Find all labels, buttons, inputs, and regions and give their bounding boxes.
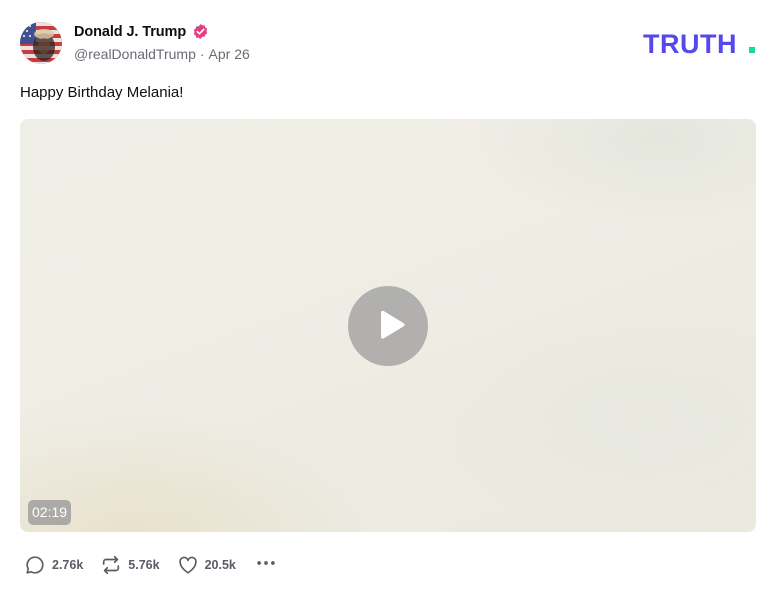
post-meta: @realDonaldTrump · Apr 26	[74, 46, 250, 62]
post-card: Donald J. Trump @realDonaldTrump · Apr 2…	[0, 0, 777, 595]
reply-count: 2.76k	[52, 558, 84, 572]
logo-text: TRUTH	[643, 30, 737, 56]
retruth-count: 5.76k	[128, 558, 160, 572]
verified-badge-icon	[192, 23, 209, 40]
logo-dot	[749, 47, 755, 53]
more-options-button[interactable]	[255, 552, 277, 579]
truth-social-logo[interactable]: TRUTH	[643, 30, 757, 56]
author-avatar[interactable]	[20, 22, 62, 64]
post-text: Happy Birthday Melania!	[20, 84, 184, 101]
like-button[interactable]: 20.5k	[177, 554, 236, 576]
heart-icon	[177, 554, 199, 576]
video-player[interactable]: 02:19	[20, 119, 756, 532]
author-handle[interactable]: @realDonaldTrump	[74, 46, 196, 62]
retruth-button[interactable]: 5.76k	[100, 554, 160, 576]
post-actions: 2.76k 5.76k 20.5k	[24, 553, 277, 577]
post-date[interactable]: Apr 26	[209, 46, 250, 62]
author-name-row: Donald J. Trump	[74, 23, 209, 40]
author-display-name[interactable]: Donald J. Trump	[74, 24, 186, 40]
reply-button[interactable]: 2.76k	[24, 554, 83, 576]
like-count: 20.5k	[204, 558, 236, 572]
play-button[interactable]	[348, 286, 428, 366]
meta-separator: ·	[199, 46, 205, 62]
video-duration: 02:19	[28, 500, 72, 525]
reply-icon	[24, 554, 46, 576]
retruth-icon	[100, 554, 122, 576]
more-dots-icon	[255, 552, 277, 579]
play-icon	[381, 310, 405, 339]
